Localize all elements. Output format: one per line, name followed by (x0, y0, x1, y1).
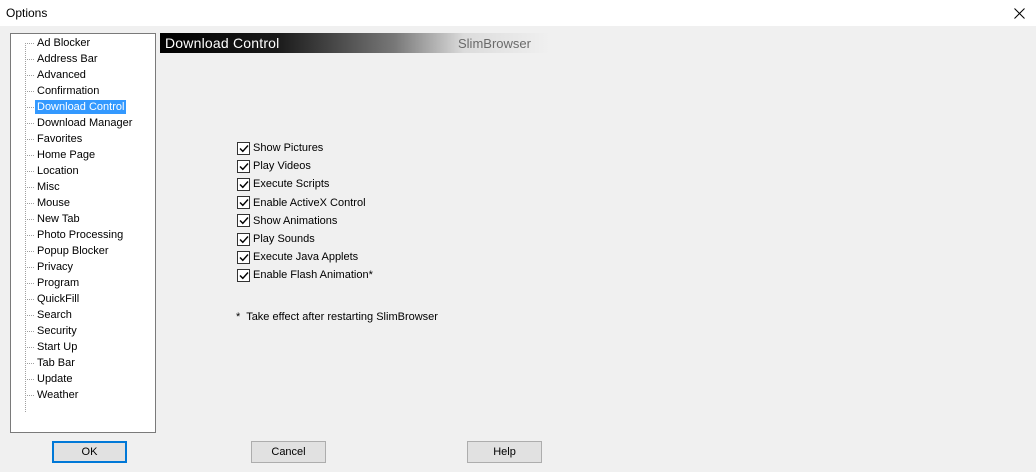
tree-item-label: Advanced (37, 69, 86, 81)
dialog-body (1, 26, 1035, 471)
checkbox[interactable] (237, 159, 250, 173)
option-label: Show Pictures (253, 142, 324, 155)
tree-item-label: Popup Blocker (37, 245, 109, 257)
option-label: Enable Flash Animation* (253, 269, 373, 282)
checkmark-icon (239, 199, 249, 207)
restart-note: * Take effect after restarting SlimBrows… (236, 311, 438, 323)
tree-item-label: Program (37, 277, 80, 289)
checkmark-icon (239, 253, 249, 262)
tree-item[interactable]: New Tab (25, 211, 134, 227)
option-row[interactable]: Execute Java Applets (237, 248, 373, 266)
tree-item[interactable]: Program (25, 275, 134, 291)
option-row[interactable]: Play Videos (237, 157, 373, 175)
option-label: Execute Java Applets (253, 251, 359, 264)
tree-item-label: Download Manager (37, 117, 133, 129)
tree-item[interactable]: Mouse (25, 195, 134, 211)
checkbox[interactable] (237, 177, 250, 191)
option-label: Play Sounds (253, 233, 315, 246)
tree-item-label: Mouse (37, 197, 71, 209)
tree-item[interactable]: Advanced (25, 67, 134, 83)
tree-item-label: Start Up (37, 341, 78, 353)
checkbox[interactable] (237, 196, 250, 210)
checkbox[interactable] (237, 268, 250, 282)
tree-item-label: Security (37, 325, 77, 337)
tree-item[interactable]: Favorites (25, 131, 134, 147)
option-row[interactable]: Enable ActiveX Control (237, 194, 373, 212)
tree-item-label: Weather (37, 389, 79, 401)
window-title: Options (6, 6, 48, 20)
tree-item-label: Photo Processing (37, 229, 124, 241)
tree-item-label: Home Page (37, 149, 96, 161)
tree-item-label: QuickFill (37, 293, 80, 305)
checkbox[interactable] (237, 250, 250, 264)
close-button[interactable] (1002, 0, 1036, 26)
tree-item-label: Tab Bar (37, 357, 75, 369)
tree-item[interactable]: Home Page (25, 147, 134, 163)
checkmark-icon (239, 271, 249, 280)
tree-item-label: Update (37, 373, 73, 385)
option-label: Execute Scripts (253, 178, 330, 191)
tree-item-label: Download Control (35, 100, 127, 114)
checkmark-icon (239, 144, 249, 152)
option-row[interactable]: Enable Flash Animation* (237, 266, 373, 284)
tree-item[interactable]: Search (25, 307, 134, 323)
option-row[interactable]: Show Animations (237, 212, 373, 230)
tree-item[interactable]: Start Up (25, 339, 134, 355)
tree-item[interactable]: Update (25, 371, 134, 387)
tree-item-label: Location (37, 165, 79, 177)
tree-item[interactable]: Download Control (25, 99, 134, 115)
panel-header: Download Control SlimBrowser (160, 33, 550, 53)
checkmark-icon (239, 235, 249, 243)
tree-item-label: Favorites (37, 133, 83, 145)
checkmark-icon (239, 162, 249, 171)
tree-item[interactable]: Popup Blocker (25, 243, 134, 259)
tree-item-label: Search (37, 309, 72, 321)
tree-item[interactable]: Privacy (25, 259, 134, 275)
title-bar: Options (0, 0, 1036, 26)
option-label: Show Animations (253, 214, 338, 227)
option-label: Play Videos (253, 160, 311, 173)
tree-item[interactable]: Weather (25, 387, 134, 403)
tree-item[interactable]: Location (25, 163, 134, 179)
checkbox[interactable] (237, 232, 250, 246)
tree-item[interactable]: Security (25, 323, 134, 339)
options-list: Show Pictures Play Videos Execute Scripts E… (237, 139, 373, 285)
tree-item[interactable]: Confirmation (25, 83, 134, 99)
close-icon (1013, 7, 1025, 19)
tree-item-label: Confirmation (37, 85, 100, 97)
tree-item-label: Ad Blocker (37, 37, 91, 49)
tree-item-label: Address Bar (37, 53, 98, 65)
tree-item-label: Privacy (37, 261, 74, 273)
category-tree[interactable]: Ad Blocker Address Bar Advanced Confirmatio… (10, 33, 156, 433)
checkbox[interactable] (237, 214, 250, 228)
checkbox[interactable] (237, 141, 250, 155)
option-label: Enable ActiveX Control (253, 196, 366, 209)
tree-item-label: Misc (37, 181, 60, 193)
checkmark-icon (239, 217, 249, 225)
option-row[interactable]: Execute Scripts (237, 175, 373, 193)
tree-item[interactable]: Photo Processing (25, 227, 134, 243)
option-row[interactable]: Show Pictures (237, 139, 373, 157)
brand-name: SlimBrowser (458, 36, 531, 51)
tree-item[interactable]: Download Manager (25, 115, 134, 131)
tree-item[interactable]: Ad Blocker (25, 35, 134, 51)
tree-list: Ad Blocker Address Bar Advanced Confirmatio… (25, 35, 134, 403)
tree-item-label: New Tab (37, 213, 80, 225)
ok-button[interactable]: OK (52, 441, 127, 463)
tree-item[interactable]: Misc (25, 179, 134, 195)
option-row[interactable]: Play Sounds (237, 230, 373, 248)
help-button[interactable]: Help (467, 441, 542, 463)
tree-item[interactable]: QuickFill (25, 291, 134, 307)
checkmark-icon (239, 181, 249, 189)
cancel-button[interactable]: Cancel (251, 441, 326, 463)
tree-item[interactable]: Tab Bar (25, 355, 134, 371)
panel-title: Download Control (165, 35, 280, 51)
tree-item[interactable]: Address Bar (25, 51, 134, 67)
